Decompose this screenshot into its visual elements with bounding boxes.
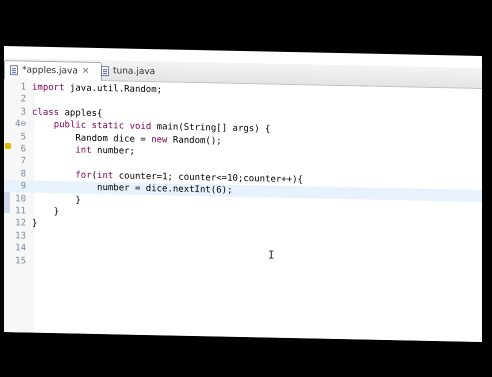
code-editor[interactable]: 1 import java.util.Random; 2 3 class apples{… [4, 79, 482, 343]
line-number: 2 [20, 94, 26, 105]
line-number: 6 [20, 144, 26, 155]
code-token: apples{ [59, 107, 103, 119]
line-number: 7 [20, 156, 26, 167]
text-cursor-icon: I [268, 248, 275, 262]
tab-apples-java[interactable]: *apples.java ✕ [4, 60, 102, 82]
keyword-token: static [91, 121, 125, 132]
line-number: 12 [15, 218, 26, 229]
code-text: } [32, 193, 81, 206]
line-number: 1 [20, 82, 26, 93]
keyword-token: int [97, 170, 114, 182]
keyword-token: import [32, 82, 65, 94]
code-token: } [32, 206, 60, 218]
tab-tuna-java[interactable]: tuna.java [96, 62, 176, 82]
code-token: main(String[] args) { [151, 122, 271, 135]
tab-label: *apples.java [22, 65, 78, 77]
code-token: Random dice = [32, 132, 152, 145]
eclipse-window: *apples.java ✕ tuna.java 1 import java.ut… [4, 46, 482, 343]
code-token: Random(); [167, 135, 222, 147]
line-number: 8 [20, 169, 26, 180]
code-text: } [32, 218, 37, 230]
line-number: 15 [15, 255, 26, 267]
keyword-token: void [129, 121, 152, 133]
code-text: } [32, 206, 59, 219]
line-number: 5 [20, 131, 26, 143]
keyword-token: int [75, 145, 92, 156]
line-number: 14 [15, 243, 26, 254]
code-text: class apples{ [32, 106, 102, 119]
code-token: java.util.Random; [64, 83, 163, 96]
line-number: 4⊖ [15, 119, 26, 130]
java-file-icon [101, 66, 109, 77]
keyword-token: new [151, 134, 168, 146]
code-token: } [32, 194, 81, 206]
line-number: 13 [15, 231, 26, 242]
line-number: 9 [20, 181, 26, 192]
line-number: 11 [15, 206, 26, 217]
code-token: number; [91, 145, 135, 157]
keyword-token: class [32, 107, 60, 118]
line-number: 10 [15, 193, 26, 205]
code-token: } [32, 218, 38, 230]
java-file-icon [10, 65, 18, 76]
close-icon[interactable]: ✕ [82, 67, 90, 77]
tab-label: tuna.java [113, 66, 156, 78]
line-number: 3 [20, 107, 26, 118]
keyword-token: public [53, 120, 87, 131]
keyword-token: for [75, 170, 92, 181]
